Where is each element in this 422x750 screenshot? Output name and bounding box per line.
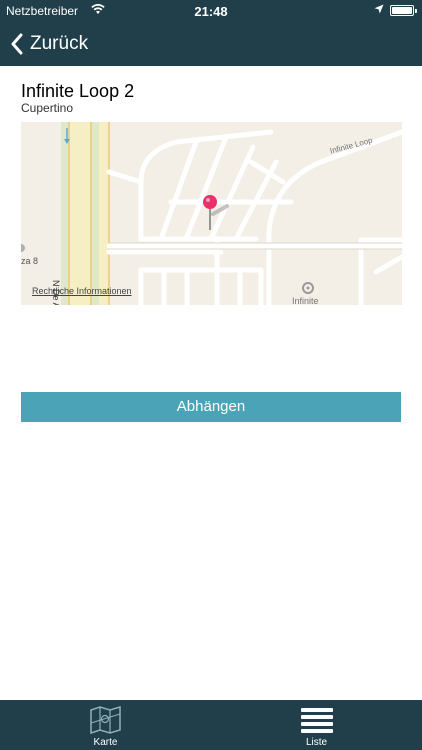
location-subtitle: Cupertino — [21, 101, 74, 115]
back-button[interactable]: Zurück — [10, 30, 88, 58]
back-label: Zurück — [30, 33, 89, 54]
plaza-label: za 8 — [21, 256, 39, 266]
tab-liste[interactable]: Liste — [211, 700, 422, 750]
map-view[interactable]: Infinite Loop N De A Infinite za 8 Recht… — [21, 122, 402, 305]
map-icon — [89, 706, 121, 734]
navigation-bar: Zurück — [0, 22, 422, 66]
chevron-left-icon — [11, 33, 23, 55]
legal-link[interactable]: Rechtliche Informationen — [32, 286, 132, 296]
status-bar: Netzbetreiber 21:48 — [0, 0, 422, 22]
tab-liste-label: Liste — [305, 737, 328, 748]
battery-icon — [390, 5, 417, 16]
list-icon — [300, 708, 333, 733]
tab-karte-label: Karte — [93, 737, 118, 748]
tab-bar: Karte Liste — [0, 700, 422, 750]
detach-button[interactable]: Abhängen — [21, 392, 401, 422]
location-title: Infinite Loop 2 — [21, 81, 135, 101]
clock: 21:48 — [194, 4, 228, 19]
poi-label: Infinite — [292, 296, 319, 305]
tab-karte[interactable]: Karte — [0, 700, 211, 750]
location-arrow-icon — [374, 4, 384, 14]
